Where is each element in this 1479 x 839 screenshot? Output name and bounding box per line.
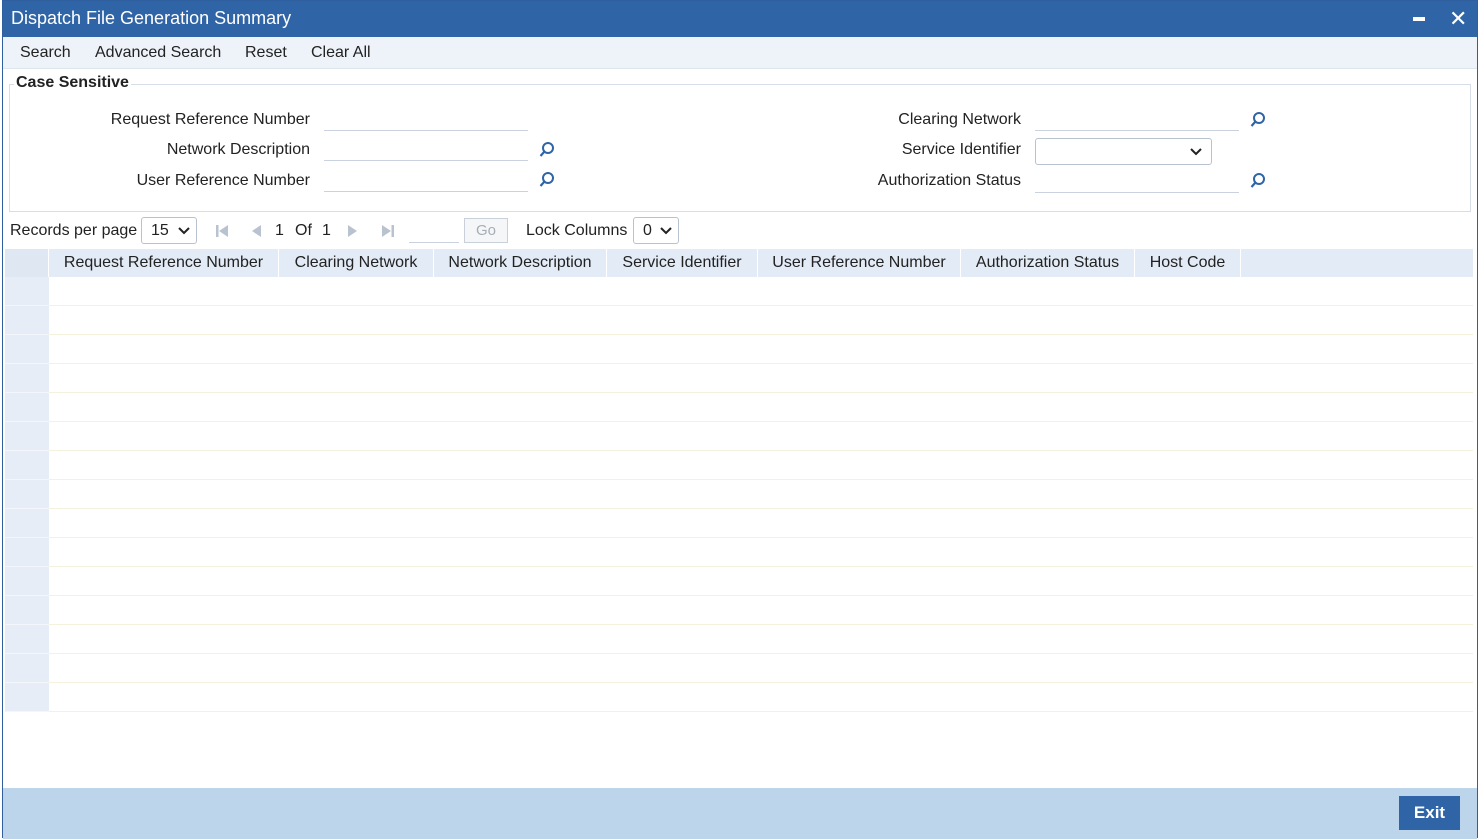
table-row[interactable] bbox=[5, 538, 1473, 567]
table-row[interactable] bbox=[5, 480, 1473, 509]
user-reference-number-input[interactable] bbox=[324, 170, 528, 192]
current-page: 1 bbox=[275, 222, 284, 239]
lock-columns-select[interactable]: 0 bbox=[633, 217, 679, 244]
authorization-status-search-icon[interactable] bbox=[1249, 172, 1267, 190]
request-reference-number-input[interactable] bbox=[324, 109, 528, 131]
authorization-status-label: Authorization Status bbox=[877, 172, 1021, 189]
of-label: Of bbox=[295, 222, 312, 239]
chevron-down-icon bbox=[178, 227, 190, 235]
records-per-page-label: Records per page bbox=[10, 222, 138, 239]
row-select-cell[interactable] bbox=[5, 596, 49, 625]
table-row[interactable] bbox=[5, 306, 1473, 335]
row-select-cell[interactable] bbox=[5, 451, 49, 480]
table-row[interactable] bbox=[5, 654, 1473, 683]
row-select-cell[interactable] bbox=[5, 335, 49, 364]
row-select-cell[interactable] bbox=[5, 393, 49, 422]
table-row[interactable] bbox=[5, 451, 1473, 480]
lock-columns-value: 0 bbox=[643, 222, 652, 239]
table-row[interactable] bbox=[5, 596, 1473, 625]
row-select-cell[interactable] bbox=[5, 654, 49, 683]
chevron-down-icon bbox=[1190, 148, 1202, 156]
go-to-page-input[interactable] bbox=[409, 219, 459, 243]
column-header-service-identifier[interactable]: Service Identifier bbox=[607, 249, 758, 277]
clearing-network-input[interactable] bbox=[1035, 109, 1239, 131]
service-identifier-select[interactable] bbox=[1035, 138, 1212, 165]
advanced-search-button[interactable]: Advanced Search bbox=[95, 44, 221, 62]
table-row[interactable] bbox=[5, 277, 1473, 306]
column-header-host-code[interactable]: Host Code bbox=[1135, 249, 1241, 277]
column-header-clearing-network[interactable]: Clearing Network bbox=[279, 249, 434, 277]
network-description-label: Network Description bbox=[166, 141, 310, 158]
service-identifier-label: Service Identifier bbox=[901, 141, 1021, 158]
close-button[interactable]: ✕ bbox=[1449, 7, 1467, 31]
network-description-search-icon[interactable] bbox=[538, 141, 556, 159]
row-select-cell[interactable] bbox=[5, 683, 49, 712]
title-bar: Dispatch File Generation Summary ✕ bbox=[3, 1, 1477, 37]
column-header-network-description[interactable]: Network Description bbox=[434, 249, 607, 277]
request-reference-number-label: Request Reference Number bbox=[110, 111, 310, 128]
window-title: Dispatch File Generation Summary bbox=[11, 8, 292, 28]
exit-button[interactable]: Exit bbox=[1399, 796, 1460, 830]
table-row[interactable] bbox=[5, 393, 1473, 422]
case-sensitive-legend: Case Sensitive bbox=[14, 74, 131, 92]
row-select-cell[interactable] bbox=[5, 306, 49, 335]
user-reference-number-label: User Reference Number bbox=[136, 172, 310, 189]
row-select-cell[interactable] bbox=[5, 480, 49, 509]
chevron-down-icon bbox=[660, 227, 672, 235]
grid-header: Request Reference Number Clearing Networ… bbox=[5, 249, 1473, 277]
network-description-input[interactable] bbox=[324, 139, 528, 161]
row-select-cell[interactable] bbox=[5, 277, 49, 306]
table-row[interactable] bbox=[5, 364, 1473, 393]
row-select-cell[interactable] bbox=[5, 538, 49, 567]
footer-bar: Exit bbox=[3, 788, 1477, 839]
go-button[interactable]: Go bbox=[464, 218, 508, 243]
row-select-cell[interactable] bbox=[5, 364, 49, 393]
records-per-page-value: 15 bbox=[151, 222, 169, 239]
records-per-page-select[interactable]: 15 bbox=[141, 217, 197, 244]
table-row[interactable] bbox=[5, 625, 1473, 654]
table-row[interactable] bbox=[5, 422, 1473, 451]
previous-page-icon[interactable] bbox=[249, 223, 263, 239]
last-page-icon[interactable] bbox=[380, 223, 396, 239]
pagination-bar: Records per page 15 1 Of 1 Go Lock Colum… bbox=[3, 216, 1477, 246]
column-header-request-reference-number[interactable]: Request Reference Number bbox=[49, 249, 279, 277]
column-header-authorization-status[interactable]: Authorization Status bbox=[961, 249, 1135, 277]
authorization-status-input[interactable] bbox=[1035, 171, 1239, 193]
clearing-network-label: Clearing Network bbox=[898, 111, 1021, 128]
row-select-cell[interactable] bbox=[5, 509, 49, 538]
dispatch-file-generation-window: Dispatch File Generation Summary ✕ Searc… bbox=[2, 0, 1478, 839]
table-row[interactable] bbox=[5, 335, 1473, 364]
column-header-user-reference-number[interactable]: User Reference Number bbox=[758, 249, 961, 277]
clear-all-button[interactable]: Clear All bbox=[311, 44, 371, 62]
minimize-icon bbox=[1413, 17, 1425, 21]
close-icon: ✕ bbox=[1449, 6, 1468, 31]
table-row[interactable] bbox=[5, 509, 1473, 538]
row-select-cell[interactable] bbox=[5, 567, 49, 596]
row-select-cell[interactable] bbox=[5, 422, 49, 451]
user-reference-number-search-icon[interactable] bbox=[538, 171, 556, 189]
total-pages: 1 bbox=[322, 222, 331, 239]
lock-columns-label: Lock Columns bbox=[526, 222, 628, 239]
minimize-button[interactable] bbox=[1413, 7, 1429, 21]
table-row[interactable] bbox=[5, 567, 1473, 596]
first-page-icon[interactable] bbox=[214, 223, 230, 239]
toolbar: Search Advanced Search Reset Clear All bbox=[3, 37, 1477, 69]
table-row[interactable] bbox=[5, 683, 1473, 712]
select-all-cell[interactable] bbox=[5, 249, 49, 277]
next-page-icon[interactable] bbox=[346, 223, 360, 239]
reset-button[interactable]: Reset bbox=[245, 44, 287, 62]
row-select-cell[interactable] bbox=[5, 625, 49, 654]
clearing-network-search-icon[interactable] bbox=[1249, 111, 1267, 129]
search-button[interactable]: Search bbox=[20, 44, 71, 62]
